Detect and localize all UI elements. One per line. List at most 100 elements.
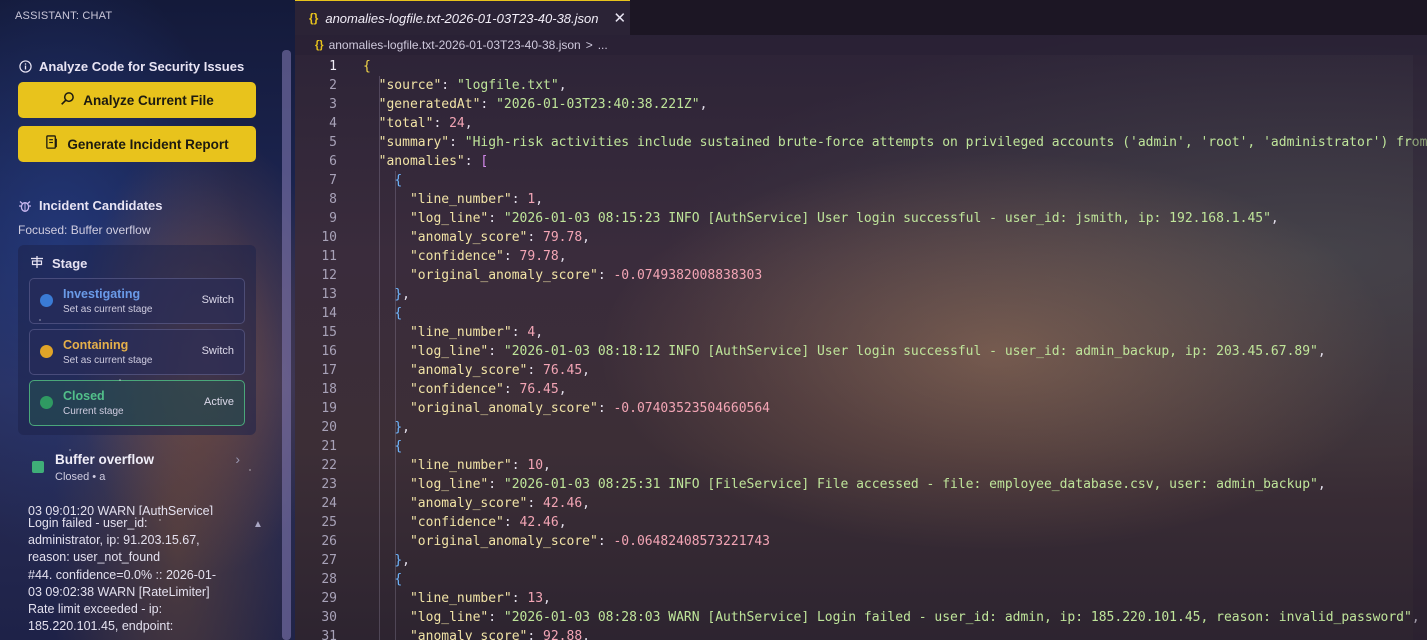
stage-subtitle: Current stage (63, 406, 124, 417)
code-text: "anomaly_score": 76.45, (409, 363, 590, 378)
code-line[interactable]: 5 "summary": "High-risk activities inclu… (295, 133, 1427, 152)
code-line[interactable]: 4 "total": 24, (295, 114, 1427, 133)
code-text: }, (394, 553, 410, 568)
code-text: }, (394, 420, 410, 435)
bug-icon (18, 199, 32, 213)
breadcrumb-more[interactable]: ... (598, 38, 608, 52)
code-text: "anomalies": [ (378, 154, 489, 169)
code-line[interactable]: 28 { (295, 570, 1427, 589)
code-line[interactable]: 2 "source": "logfile.txt", (295, 76, 1427, 95)
stage-name: Closed (63, 389, 105, 403)
assistant-chat-sidebar: ASSISTANT: CHAT Analyze Code for Securit… (0, 0, 295, 640)
analyze-current-file-button[interactable]: Analyze Current File (18, 82, 256, 118)
code-line[interactable]: 26 "original_anomaly_score": -0.06482408… (295, 532, 1427, 551)
stage-header: Stage (30, 255, 87, 272)
breadcrumb-file[interactable]: anomalies-logfile.txt-2026-01-03T23-40-3… (329, 38, 581, 52)
code-line[interactable]: 3 "generatedAt": "2026-01-03T23:40:38.22… (295, 95, 1427, 114)
editor-tab-bar: {} anomalies-logfile.txt-2026-01-03T23-4… (295, 0, 1427, 35)
focused-incident-label: Focused: Buffer overflow (18, 223, 151, 237)
stage-card-investigating[interactable]: Investigating Set as current stage Switc… (29, 278, 245, 324)
code-area[interactable]: 1{2 "source": "logfile.txt", 3 "generated… (295, 55, 1427, 640)
generate-incident-report-button[interactable]: Generate Incident Report (18, 126, 256, 162)
line-number: 10 (321, 230, 337, 245)
code-line[interactable]: 23 "log_line": "2026-01-03 08:25:31 INFO… (295, 475, 1427, 494)
code-text: "line_number": 1, (409, 192, 544, 207)
code-line[interactable]: 12 "original_anomaly_score": -0.07493820… (295, 266, 1427, 285)
line-number: 3 (329, 97, 337, 112)
code-line[interactable]: 13 }, (295, 285, 1427, 304)
line-number: 25 (321, 515, 337, 530)
stage-card-closed[interactable]: Closed Current stage Active (29, 380, 245, 426)
code-line[interactable]: 27 }, (295, 551, 1427, 570)
line-number: 9 (329, 211, 337, 226)
stage-subtitle: Set as current stage (63, 355, 153, 366)
line-number: 11 (321, 249, 337, 264)
line-number: 13 (321, 287, 337, 302)
code-line[interactable]: 19 "original_anomaly_score": -0.07403523… (295, 399, 1427, 418)
log-lines: Login failed - user_id: administrator, i… (28, 516, 216, 634)
code-text: "line_number": 13, (409, 591, 551, 606)
generate-incident-report-label: Generate Incident Report (67, 136, 229, 152)
code-line[interactable]: 18 "confidence": 76.45, (295, 380, 1427, 399)
active-status: Active (204, 396, 234, 408)
line-number: 1 (329, 59, 337, 74)
code-line[interactable]: 30 "log_line": "2026-01-03 08:28:03 WARN… (295, 608, 1427, 627)
code-line[interactable]: 10 "anomaly_score": 79.78, (295, 228, 1427, 247)
code-line[interactable]: 16 "log_line": "2026-01-03 08:18:12 INFO… (295, 342, 1427, 361)
switch-button[interactable]: Switch (202, 345, 234, 357)
line-number: 24 (321, 496, 337, 511)
incident-candidates-title: Incident Candidates (39, 198, 163, 213)
tab-anomalies-json[interactable]: {} anomalies-logfile.txt-2026-01-03T23-4… (295, 0, 630, 35)
code-line[interactable]: 6 "anomalies": [ (295, 152, 1427, 171)
code-text: { (394, 572, 403, 587)
code-line[interactable]: 7 { (295, 171, 1427, 190)
line-number: 28 (321, 572, 337, 587)
code-line[interactable]: 22 "line_number": 10, (295, 456, 1427, 475)
editor-scrollbar[interactable] (1413, 55, 1427, 640)
code-line[interactable]: 14 { (295, 304, 1427, 323)
code-text: "original_anomaly_score": -0.07403523504… (409, 401, 771, 416)
line-number: 26 (321, 534, 337, 549)
line-number: 7 (329, 173, 337, 188)
code-editor: {} anomalies-logfile.txt-2026-01-03T23-4… (295, 0, 1427, 640)
scroll-up-arrow-icon[interactable]: ▲ (253, 519, 263, 530)
line-number: 27 (321, 553, 337, 568)
close-icon[interactable]: ✕ (614, 9, 627, 27)
line-number: 18 (321, 382, 337, 397)
code-text: "confidence": 79.78, (409, 249, 567, 264)
chevron-right-icon[interactable]: › (235, 451, 240, 467)
info-icon (18, 60, 32, 74)
line-number: 19 (321, 401, 337, 416)
line-number: 21 (321, 439, 337, 454)
sidebar-scrollbar-thumb[interactable] (282, 50, 291, 640)
search-icon (60, 91, 75, 109)
code-line[interactable]: 20 }, (295, 418, 1427, 437)
stage-card-containing[interactable]: Containing Set as current stage Switch (29, 329, 245, 375)
code-line[interactable]: 29 "line_number": 13, (295, 589, 1427, 608)
sidebar-scrollbar[interactable] (282, 50, 291, 640)
incident-item-buffer-overflow[interactable]: Buffer overflow Closed • a › (18, 440, 248, 494)
breadcrumb-separator: > (585, 38, 593, 52)
code-text: { (394, 173, 403, 188)
code-line[interactable]: 21 { (295, 437, 1427, 456)
code-line[interactable]: 9 "log_line": "2026-01-03 08:15:23 INFO … (295, 209, 1427, 228)
code-line[interactable]: 11 "confidence": 79.78, (295, 247, 1427, 266)
code-text: "line_number": 10, (409, 458, 551, 473)
switch-button[interactable]: Switch (202, 294, 234, 306)
stage-subtitle: Set as current stage (63, 304, 153, 315)
line-number: 30 (321, 610, 337, 625)
code-text: "confidence": 42.46, (409, 515, 567, 530)
code-line[interactable]: 24 "anomaly_score": 42.46, (295, 494, 1427, 513)
code-line[interactable]: 17 "anomaly_score": 76.45, (295, 361, 1427, 380)
line-number: 15 (321, 325, 337, 340)
line-number: 16 (321, 344, 337, 359)
code-text: "anomaly_score": 79.78, (409, 230, 590, 245)
line-number: 20 (321, 420, 337, 435)
code-line[interactable]: 25 "confidence": 42.46, (295, 513, 1427, 532)
code-line[interactable]: 31 "anomaly_score": 92.88, (295, 627, 1427, 640)
code-line[interactable]: 8 "line_number": 1, (295, 190, 1427, 209)
code-line[interactable]: 1{ (295, 57, 1427, 76)
code-line[interactable]: 15 "line_number": 4, (295, 323, 1427, 342)
line-number: 23 (321, 477, 337, 492)
analyze-current-file-label: Analyze Current File (83, 92, 214, 108)
